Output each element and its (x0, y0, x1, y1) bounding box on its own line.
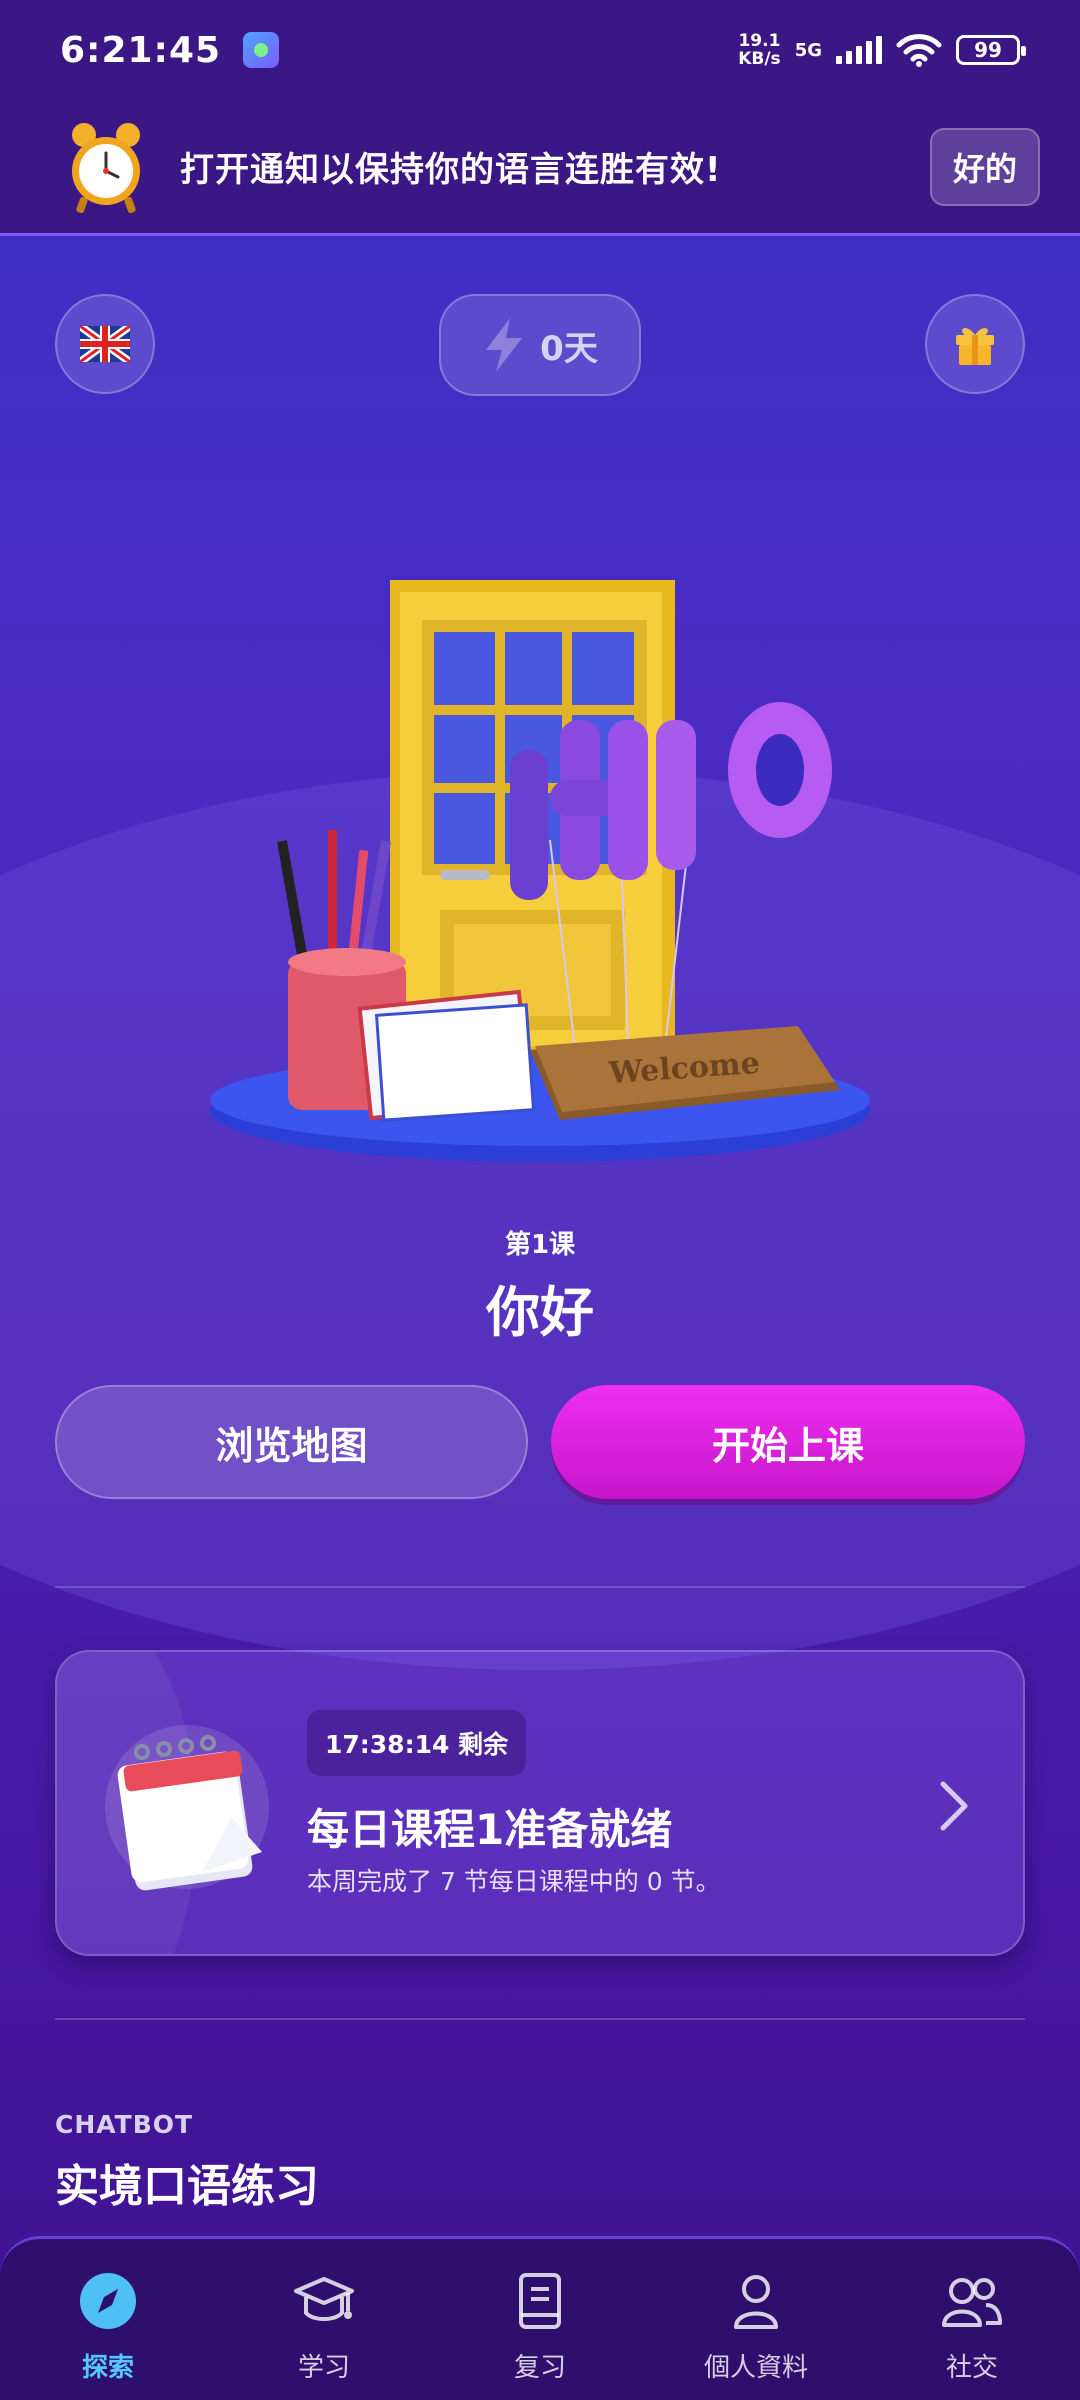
gift-icon (956, 328, 994, 365)
book-icon (508, 2269, 572, 2333)
bottom-navigation: 探索 学习 复习 個人資料 社交 (0, 2236, 1080, 2400)
chevron-right-icon (940, 1781, 968, 1831)
app-notification-icon (243, 32, 280, 68)
status-bar: 6:21:45 19.1 KB/s 5G 99 (0, 0, 1080, 100)
people-icon (940, 2269, 1004, 2333)
status-time: 6:21:45 (60, 29, 222, 71)
lesson-title: 你好 (486, 1281, 594, 1344)
compass-icon (76, 2269, 140, 2333)
chatbot-title[interactable]: 实境口语练习 (55, 2150, 319, 2214)
battery-indicator: 99 (956, 35, 1026, 65)
divider (55, 2018, 1025, 2020)
ok-button[interactable]: 好的 (930, 127, 1040, 206)
chatbot-label: CHATBOT (55, 2110, 194, 2139)
daily-lesson-card[interactable]: 17:38:14 剩余 每日课程1准备就绪 本周完成了 7 节每日课程中的 0 … (55, 1650, 1025, 1956)
wifi-icon (896, 34, 942, 67)
nav-item-learn[interactable]: 学习 (224, 2269, 424, 2384)
lesson-illustration: Welcome (210, 580, 870, 1162)
lightning-icon (486, 318, 523, 372)
status-indicators: 19.1 KB/s 5G 99 (738, 32, 1026, 68)
calendar-icon (105, 1725, 269, 1891)
nav-label: 社交 (945, 2353, 998, 2383)
uk-flag-icon (80, 326, 130, 362)
network-speed-value: 19.1 (738, 31, 781, 51)
network-type: 5G (794, 39, 822, 61)
alarm-clock-icon (72, 122, 140, 213)
nav-item-review[interactable]: 复习 (440, 2269, 640, 2384)
browse-map-button[interactable]: 浏览地图 (55, 1385, 528, 1499)
streak-counter[interactable]: 0天 (439, 294, 641, 396)
daily-lesson-title: 每日课程1准备就绪 (307, 1805, 673, 1854)
person-icon (724, 2269, 788, 2333)
nav-item-explore[interactable]: 探索 (8, 2269, 208, 2384)
daily-lesson-subtitle: 本周完成了 7 节每日课程中的 0 节。 (307, 1867, 721, 1896)
network-speed: 19.1 KB/s (738, 32, 780, 68)
graduation-cap-icon (292, 2269, 356, 2333)
start-lesson-button[interactable]: 开始上课 (551, 1385, 1025, 1499)
timer-badge: 17:38:14 剩余 (307, 1710, 527, 1776)
nav-item-profile[interactable]: 個人資料 (656, 2269, 856, 2384)
nav-label: 個人資料 (703, 2353, 808, 2383)
nav-label: 学习 (297, 2353, 350, 2383)
gift-button[interactable] (925, 294, 1025, 394)
lesson-number: 第1课 (504, 1230, 576, 1260)
nav-item-social[interactable]: 社交 (872, 2269, 1072, 2384)
network-speed-unit: KB/s (738, 49, 781, 69)
divider (55, 1586, 1025, 1588)
streak-value: 0天 (540, 328, 598, 369)
signal-icon (836, 36, 882, 64)
language-button[interactable] (55, 294, 155, 394)
nav-label: 探索 (81, 2353, 134, 2383)
notification-banner: 打开通知以保持你的语言连胜有效! 好的 (0, 100, 1080, 236)
nav-label: 复习 (513, 2353, 566, 2383)
notification-text: 打开通知以保持你的语言连胜有效! (180, 150, 722, 190)
app-screen: 6:21:45 19.1 KB/s 5G 99 打开通知以保持你的语言连胜有效!… (0, 0, 1080, 2400)
